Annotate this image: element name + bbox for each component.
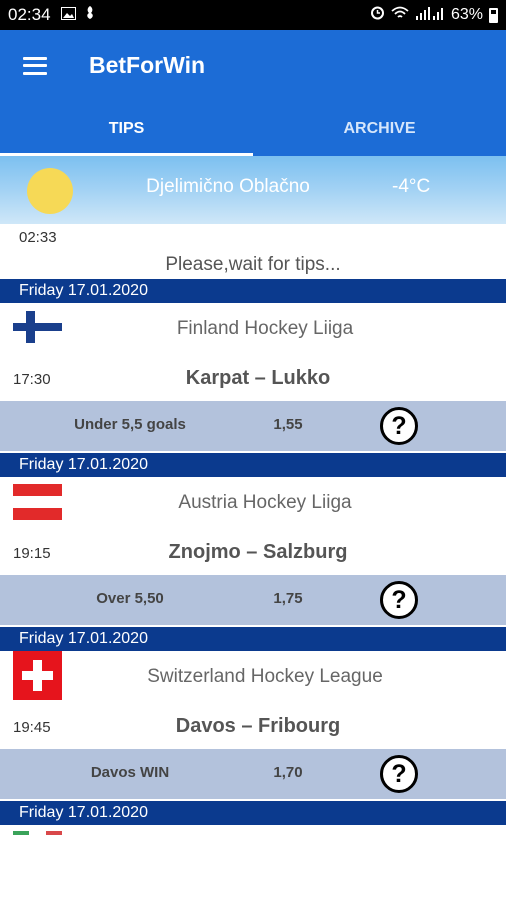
weather-banner: Djelimično Oblačno -4°C [0, 156, 506, 224]
league-name: Switzerland Hockey League [147, 666, 383, 687]
menu-icon[interactable] [23, 56, 47, 75]
wait-message: Please,wait for tips... [165, 254, 341, 275]
weather-temperature: -4°C [392, 176, 431, 197]
league-name: Austria Hockey Liiga [178, 492, 352, 513]
help-icon[interactable]: ? [380, 581, 418, 619]
tip-prediction: Davos WIN [90, 764, 170, 781]
app-bar: BetForWin [0, 30, 506, 101]
tip-odds: 1,75 [273, 590, 303, 607]
partial-flag-icon [13, 831, 62, 835]
tip-odds: 1,55 [273, 416, 303, 433]
status-bar: 02:34 63% [0, 0, 506, 30]
tip-prediction: Under 5,5 goals [74, 416, 186, 433]
weather-description: Djelimično Oblačno [146, 176, 310, 197]
match-teams: Davos – Fribourg [175, 715, 341, 737]
tip-prediction: Over 5,50 [96, 590, 164, 607]
tab-bar: TIPS ARCHIVE [0, 101, 506, 156]
notification-icon [84, 5, 96, 25]
help-icon[interactable]: ? [380, 755, 418, 793]
update-time: 02:33 [19, 229, 57, 246]
tab-archive[interactable]: ARCHIVE [253, 101, 506, 156]
tip-bar: Over 5,50 1,75 ? [0, 575, 506, 625]
date-header: Friday 17.01.2020 [0, 279, 506, 303]
tab-tips[interactable]: TIPS [0, 101, 253, 156]
battery-percent: 63% [450, 6, 483, 23]
league-name: Finland Hockey Liiga [176, 318, 354, 339]
wifi-icon [391, 6, 409, 25]
date-header: Friday 17.01.2020 [0, 453, 506, 477]
app-title: BetForWin [89, 52, 206, 78]
status-time: 02:34 [8, 5, 51, 24]
match-teams: Znojmo – Salzburg [168, 541, 348, 563]
image-notification-icon [60, 5, 76, 25]
signal-icon [415, 6, 445, 25]
tip-bar: Davos WIN 1,70 ? [0, 749, 506, 799]
battery-icon [489, 7, 498, 23]
tip-odds: 1,70 [273, 764, 303, 781]
alarm-icon [370, 5, 385, 25]
help-icon[interactable]: ? [380, 407, 418, 445]
tip-bar: Under 5,5 goals 1,55 ? [0, 401, 506, 451]
date-header: Friday 17.01.2020 [0, 627, 506, 651]
match-teams: Karpat – Lukko [185, 367, 331, 389]
date-header: Friday 17.01.2020 [0, 801, 506, 825]
